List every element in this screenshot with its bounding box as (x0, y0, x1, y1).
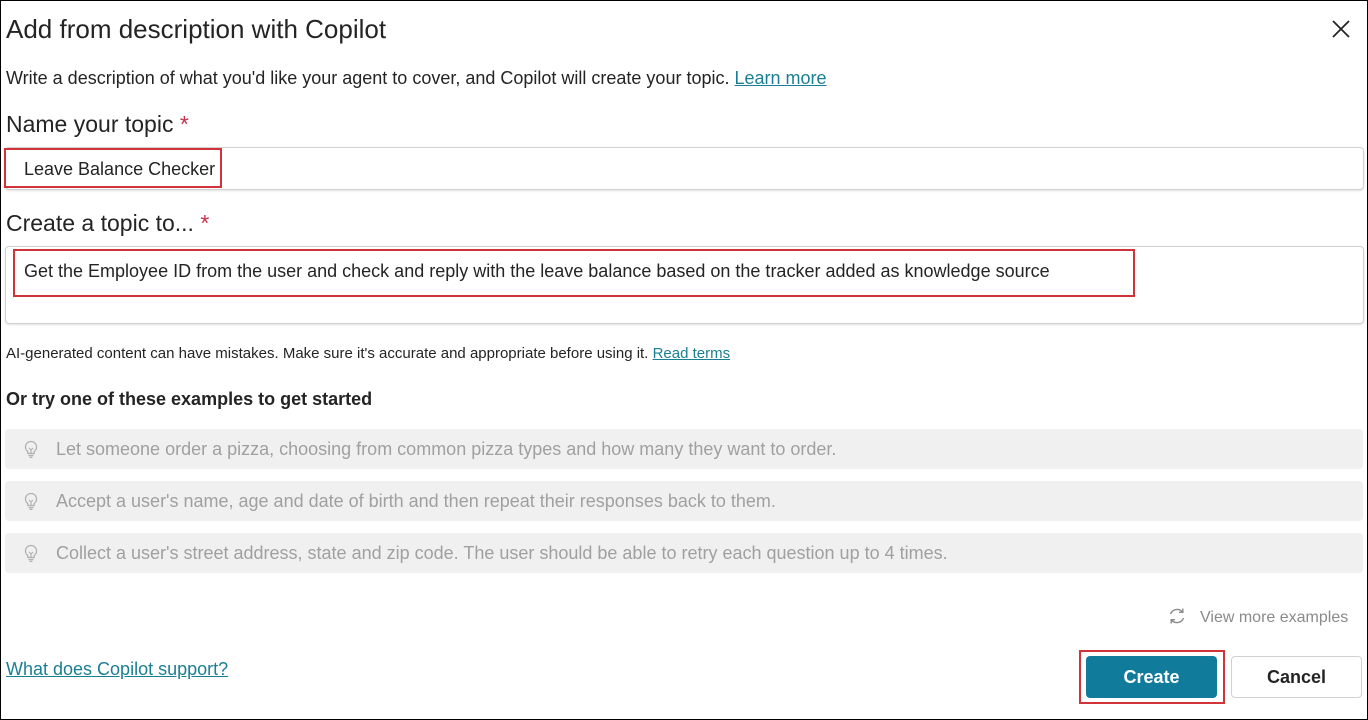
example-text: Let someone order a pizza, choosing from… (56, 439, 837, 459)
cancel-button[interactable]: Cancel (1231, 656, 1362, 698)
refresh-icon (1166, 605, 1188, 632)
close-icon (1331, 19, 1351, 44)
topic-name-value: Leave Balance Checker (24, 159, 216, 179)
name-topic-label: Name your topic * (6, 111, 189, 138)
description-text: Write a description of what you'd like y… (6, 68, 730, 88)
example-item[interactable]: Collect a user's street address, state a… (5, 533, 1363, 573)
view-more-label: View more examples (1200, 609, 1349, 626)
dialog-description: Write a description of what you'd like y… (6, 68, 827, 89)
lightbulb-icon (21, 491, 41, 511)
lightbulb-icon (21, 439, 41, 459)
close-button[interactable] (1327, 17, 1355, 45)
example-item[interactable]: Accept a user's name, age and date of bi… (5, 481, 1363, 521)
learn-more-link[interactable]: Learn more (735, 68, 827, 88)
required-marker: * (200, 210, 210, 236)
dialog-title: Add from description with Copilot (6, 14, 387, 44)
view-more-examples-button[interactable]: View more examples (1166, 605, 1348, 631)
example-item[interactable]: Let someone order a pizza, choosing from… (5, 429, 1363, 469)
lightbulb-icon (21, 543, 41, 563)
disclaimer-text: AI-generated content can have mistakes. … (6, 345, 649, 362)
create-topic-label-text: Create a topic to... (6, 210, 194, 236)
create-topic-label: Create a topic to... * (6, 210, 209, 237)
create-button[interactable]: Create (1086, 656, 1217, 698)
topic-description-textarea[interactable]: Get the Employee ID from the user and ch… (5, 246, 1364, 324)
topic-description-value: Get the Employee ID from the user and ch… (24, 261, 1050, 281)
name-topic-label-text: Name your topic (6, 111, 174, 137)
example-text: Collect a user's street address, state a… (56, 543, 948, 563)
examples-heading: Or try one of these examples to get star… (6, 389, 373, 409)
ai-disclaimer: AI-generated content can have mistakes. … (6, 345, 730, 362)
read-terms-link[interactable]: Read terms (653, 345, 731, 362)
required-marker: * (179, 111, 189, 137)
copilot-support-link[interactable]: What does Copilot support? (6, 659, 228, 680)
example-text: Accept a user's name, age and date of bi… (56, 491, 776, 511)
topic-name-input[interactable]: Leave Balance Checker (5, 147, 1364, 190)
